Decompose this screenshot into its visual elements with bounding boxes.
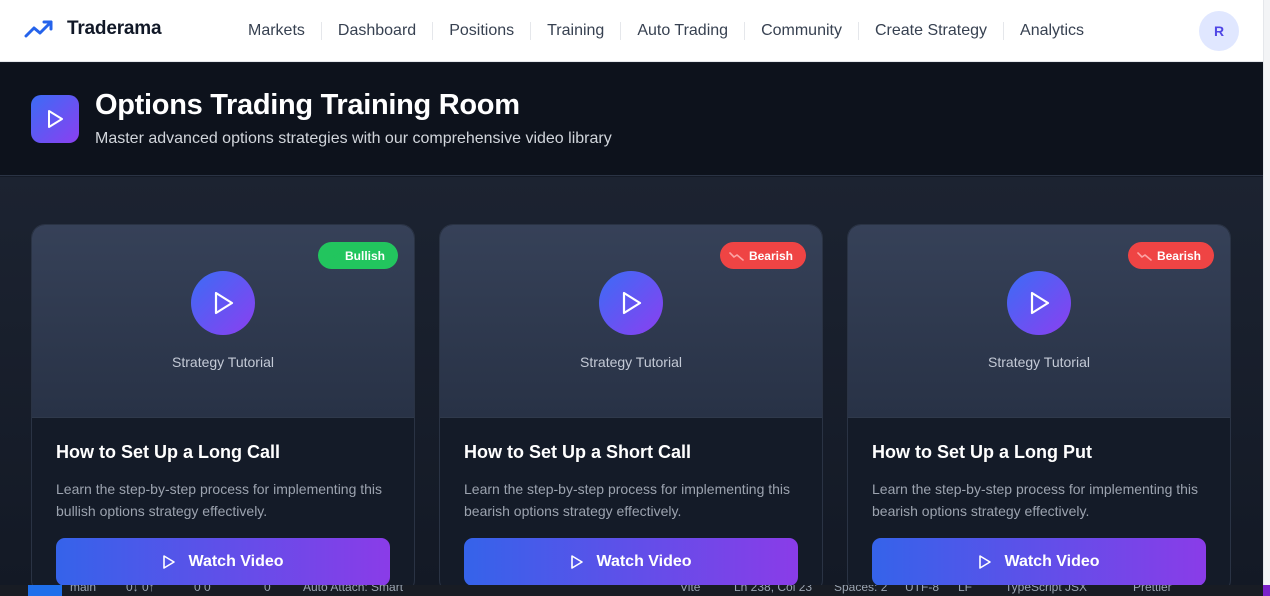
video-description: Learn the step-by-step process for imple… [872, 481, 1199, 519]
status-branch[interactable]: main [70, 585, 96, 594]
trending-up-icon [24, 20, 53, 38]
main-menu: Markets Dashboard Positions Training Aut… [232, 0, 1100, 62]
status-problems[interactable]: 0 0 [194, 585, 211, 594]
media-label: Strategy Tutorial [988, 354, 1090, 370]
badge-label: Bearish [1156, 248, 1201, 263]
sentiment-badge-bullish: Bullish [317, 242, 398, 269]
sentiment-badge-bearish: Bearish [719, 242, 806, 269]
media-label: Strategy Tutorial [580, 354, 682, 370]
watch-video-button[interactable]: Watch Video [872, 538, 1206, 586]
video-card-short-call: Bearish Strategy Tutorial How to Set Up … [439, 224, 823, 594]
video-thumbnail[interactable]: Bearish Strategy Tutorial [440, 225, 822, 418]
nav-item-create-strategy[interactable]: Create Strategy [857, 22, 1003, 40]
page-subtitle: Master advanced options strategies with … [95, 130, 612, 147]
badge-label: Bearish [748, 248, 793, 263]
page-title: Options Trading Training Room [95, 89, 520, 121]
remote-indicator[interactable] [28, 585, 62, 596]
nav-item-markets[interactable]: Markets [232, 22, 321, 40]
top-navbar: Traderama Markets Dashboard Positions Tr… [0, 0, 1263, 62]
play-circle-icon[interactable] [599, 271, 663, 335]
status-cursor-position[interactable]: Ln 238, Col 23 [734, 585, 812, 594]
sentiment-badge-bearish: Bearish [1127, 242, 1214, 269]
play-icon [163, 555, 176, 569]
play-icon [571, 555, 584, 569]
status-prettier[interactable]: Prettier [1133, 585, 1172, 594]
play-circle-icon[interactable] [1007, 271, 1071, 335]
brand-logo[interactable]: Traderama [24, 18, 162, 40]
watch-video-label: Watch Video [596, 553, 692, 570]
status-eol[interactable]: LF [958, 585, 972, 594]
trending-up-icon [327, 250, 341, 260]
nav-item-auto-trading[interactable]: Auto Trading [620, 22, 744, 40]
status-indentation[interactable]: Spaces: 2 [834, 585, 887, 594]
video-title: How to Set Up a Long Put [872, 442, 1092, 462]
status-bar-body: main 0↓ 0↑ 0 0 0 Auto Attach: Smart Vite… [0, 585, 1263, 596]
user-avatar[interactable]: R [1199, 11, 1239, 51]
trending-down-icon [729, 251, 744, 261]
video-description: Learn the step-by-step process for imple… [464, 481, 791, 519]
status-vite[interactable]: Vite [680, 585, 700, 594]
play-circle-icon[interactable] [191, 271, 255, 335]
play-icon [31, 95, 79, 143]
watch-video-button[interactable]: Watch Video [464, 538, 798, 586]
nav-item-training[interactable]: Training [530, 22, 620, 40]
nav-item-community[interactable]: Community [744, 22, 858, 40]
play-icon [979, 555, 992, 569]
watch-video-button[interactable]: Watch Video [56, 538, 390, 586]
status-sync[interactable]: 0↓ 0↑ [126, 585, 155, 594]
watch-video-label: Watch Video [188, 553, 284, 570]
status-ports[interactable]: 0 [264, 585, 271, 594]
nav-item-dashboard[interactable]: Dashboard [320, 22, 432, 40]
nav-item-positions[interactable]: Positions [432, 22, 530, 40]
brand-name: Traderama [67, 18, 162, 39]
media-label: Strategy Tutorial [172, 354, 274, 370]
video-title: How to Set Up a Long Call [56, 442, 280, 462]
status-encoding[interactable]: UTF-8 [905, 585, 939, 594]
trending-down-icon [1137, 251, 1152, 261]
page-scrollbar[interactable] [1263, 0, 1270, 585]
video-title: How to Set Up a Short Call [464, 442, 692, 462]
nav-item-analytics[interactable]: Analytics [1003, 22, 1100, 40]
video-thumbnail[interactable]: Bearish Strategy Tutorial [848, 225, 1230, 418]
status-language[interactable]: TypeScript JSX [1005, 585, 1087, 594]
badge-label: Bullish [344, 248, 385, 263]
video-description: Learn the step-by-step process for imple… [56, 481, 383, 519]
status-auto-attach[interactable]: Auto Attach: Smart [303, 585, 403, 594]
editor-status-bar: main 0↓ 0↑ 0 0 0 Auto Attach: Smart Vite… [0, 585, 1270, 596]
video-thumbnail[interactable]: Bullish Strategy Tutorial [32, 225, 414, 418]
video-card-long-put: Bearish Strategy Tutorial How to Set Up … [847, 224, 1231, 594]
video-card-long-call: Bullish Strategy Tutorial How to Set Up … [31, 224, 415, 594]
page-header: Options Trading Training Room Master adv… [0, 63, 1263, 176]
watch-video-label: Watch Video [1004, 553, 1100, 570]
